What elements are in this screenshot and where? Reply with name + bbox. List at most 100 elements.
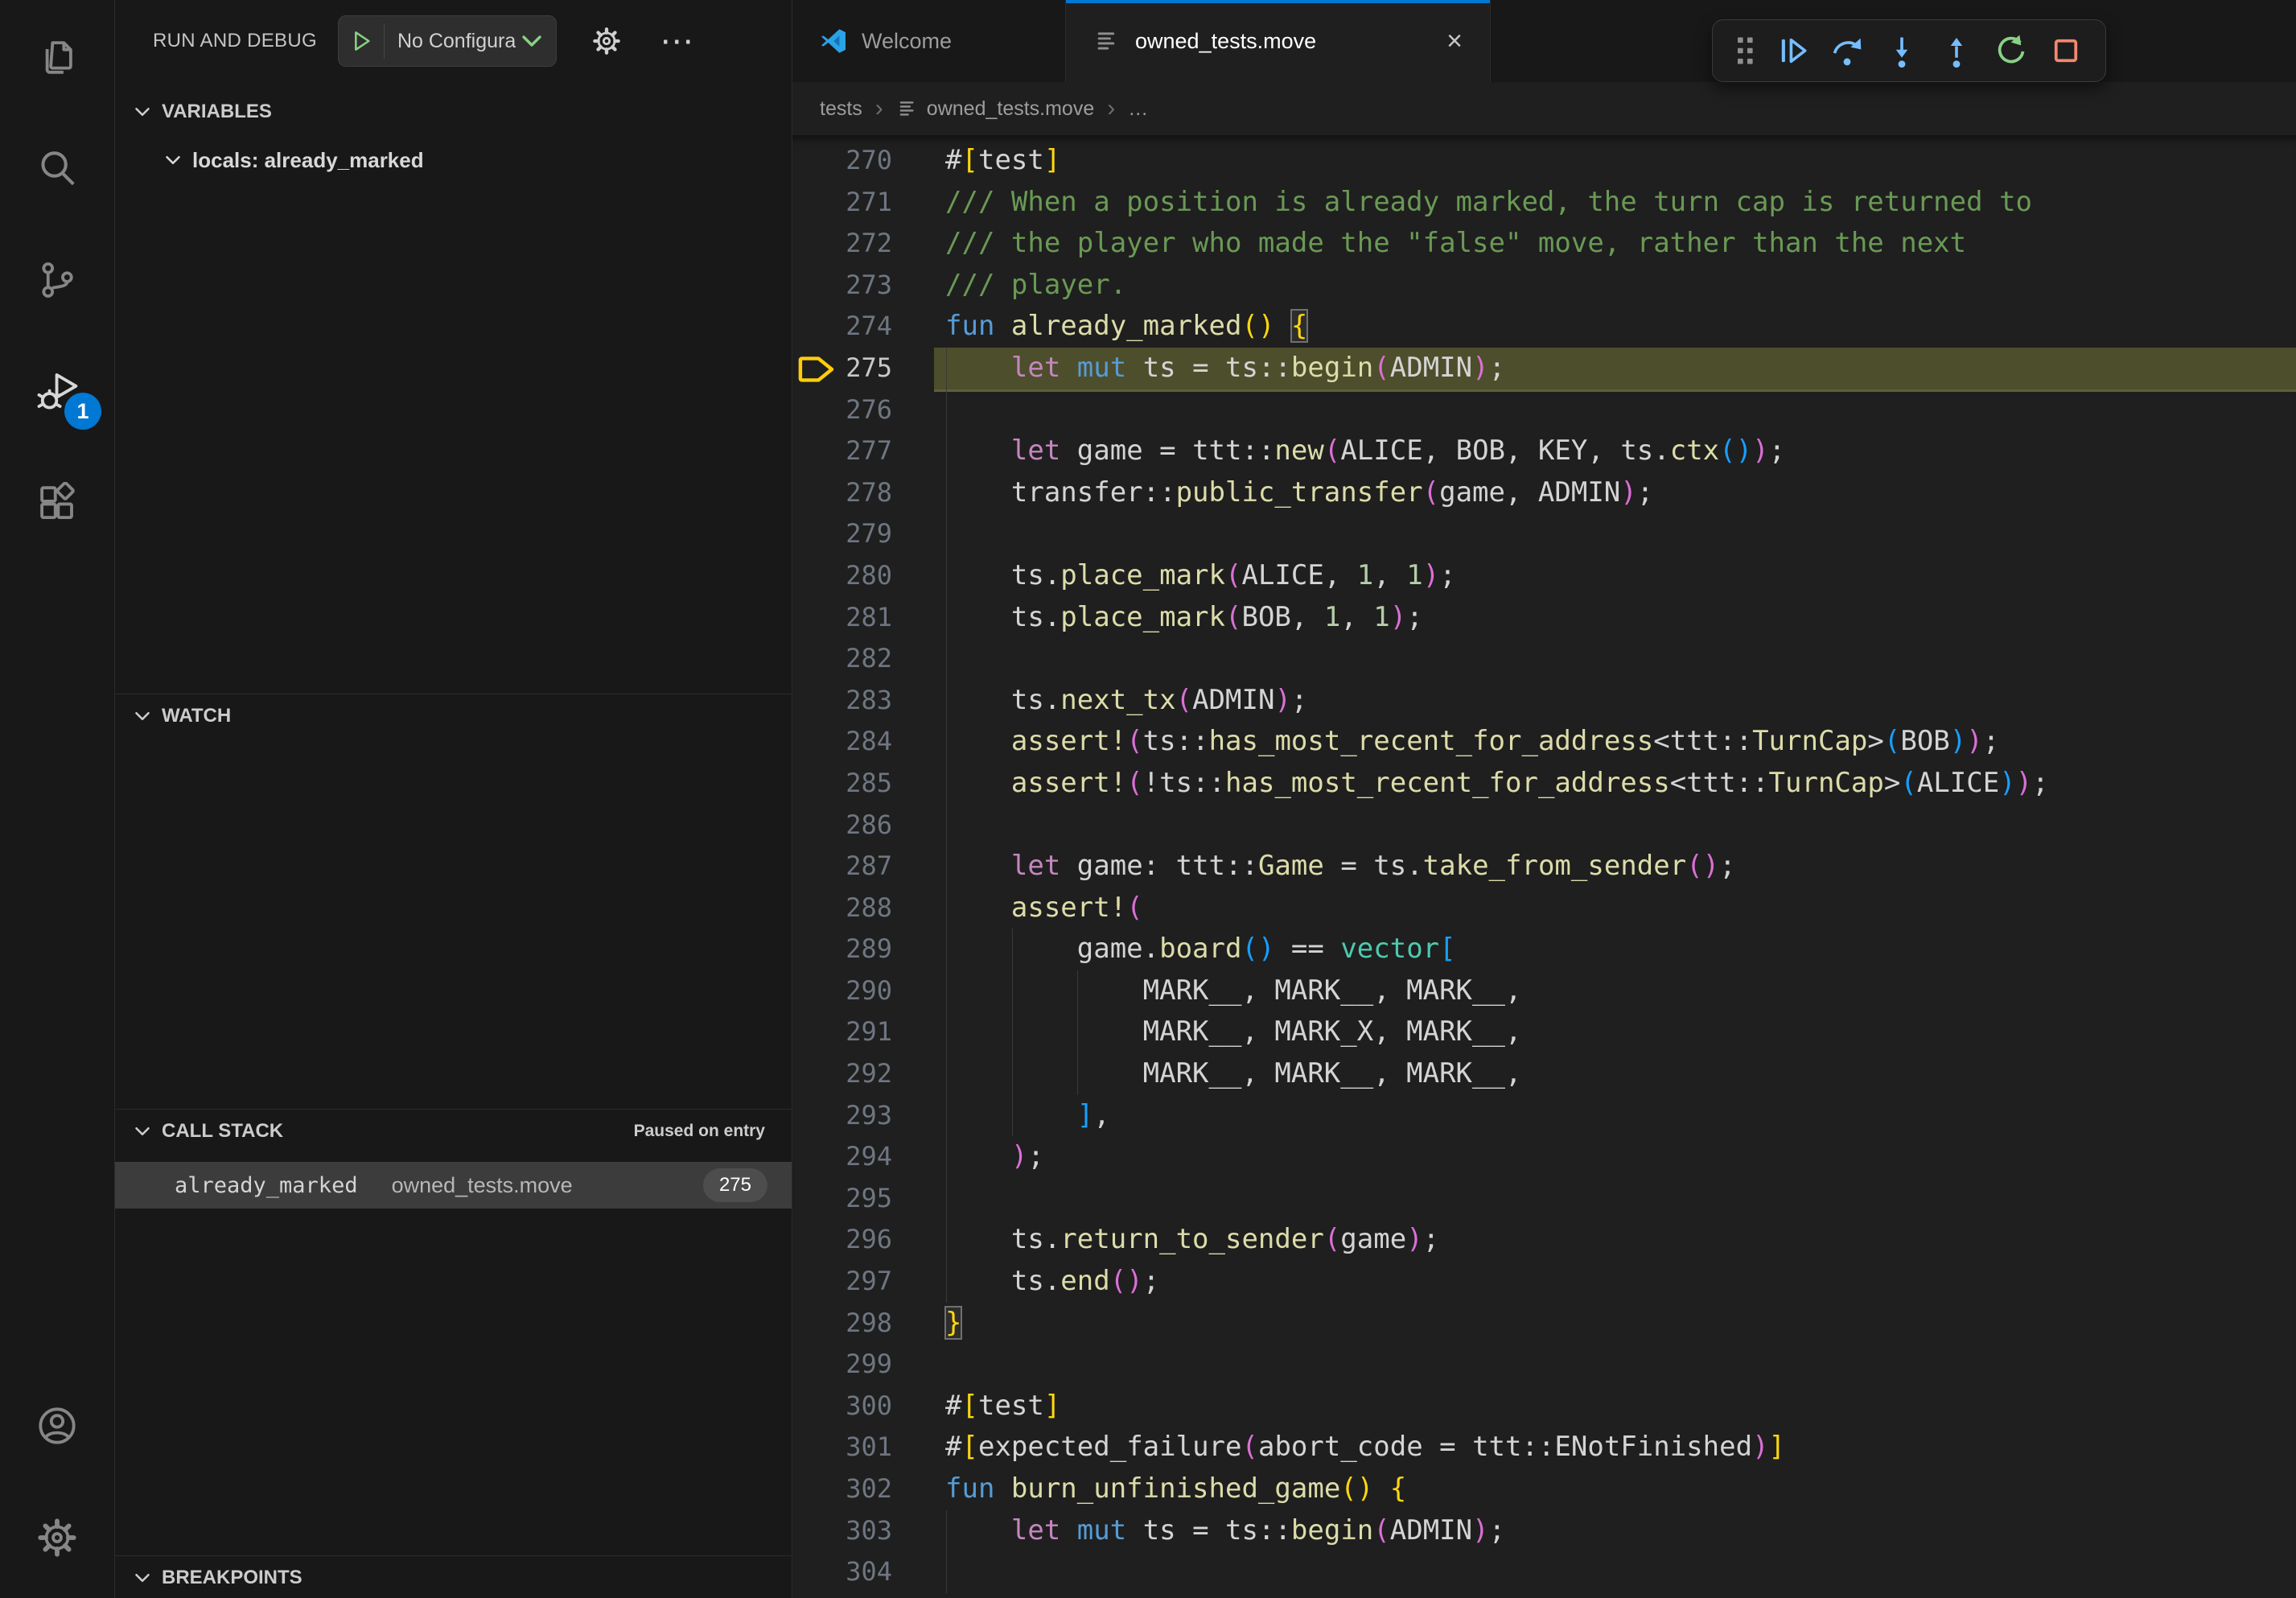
code-line[interactable]: 274fun already_marked() { <box>792 306 2296 348</box>
line-number[interactable]: 284 <box>792 721 892 763</box>
gear-icon[interactable] <box>590 25 623 57</box>
activitybar-run-and-debug[interactable]: 1 <box>0 336 114 447</box>
line-number[interactable]: 293 <box>792 1095 892 1137</box>
line-number[interactable]: 295 <box>792 1178 892 1220</box>
code-line[interactable]: 301#[expected_failure(abort_code = ttt::… <box>792 1427 2296 1468</box>
line-number[interactable]: 291 <box>792 1011 892 1053</box>
code-line[interactable]: 294 ); <box>792 1136 2296 1178</box>
code-line[interactable]: 295 <box>792 1178 2296 1220</box>
code-line[interactable]: 280 ts.place_mark(ALICE, 1, 1); <box>792 555 2296 597</box>
activitybar-source-control[interactable] <box>0 224 114 336</box>
code-line[interactable]: 293 ], <box>792 1095 2296 1137</box>
debug-step-out-button[interactable] <box>1933 27 1980 74</box>
code-line[interactable]: 303 let mut ts = ts::begin(ADMIN); <box>792 1510 2296 1552</box>
line-number[interactable]: 290 <box>792 970 892 1012</box>
line-number[interactable]: 297 <box>792 1261 892 1303</box>
close-icon[interactable]: × <box>1414 26 1463 57</box>
line-number[interactable]: 282 <box>792 638 892 680</box>
line-number[interactable]: 301 <box>792 1427 892 1468</box>
tab-owned-tests-move[interactable]: owned_tests.move× <box>1066 0 1491 82</box>
variables-locals-row[interactable]: locals: already_marked <box>115 138 792 182</box>
code-line[interactable]: 271/// When a position is already marked… <box>792 182 2296 224</box>
code-line[interactable]: 292 MARK__, MARK__, MARK__, <box>792 1053 2296 1095</box>
code-line[interactable]: 270#[test] <box>792 140 2296 182</box>
line-number[interactable]: 292 <box>792 1053 892 1095</box>
breadcrumb-item[interactable]: … <box>1128 97 1148 121</box>
debug-restart-button[interactable] <box>1988 27 2035 74</box>
code-line[interactable]: 288 assert!( <box>792 888 2296 929</box>
activitybar-accounts[interactable] <box>0 1369 114 1481</box>
code-line[interactable]: 304 <box>792 1551 2296 1593</box>
line-number[interactable]: 283 <box>792 680 892 722</box>
line-number[interactable]: 278 <box>792 472 892 514</box>
code-line[interactable]: 281 ts.place_mark(BOB, 1, 1); <box>792 597 2296 639</box>
code-line[interactable]: 284 assert!(ts::has_most_recent_for_addr… <box>792 721 2296 763</box>
line-number[interactable]: 271 <box>792 182 892 224</box>
code-line[interactable]: 282 <box>792 638 2296 680</box>
code-line[interactable]: 273/// player. <box>792 265 2296 307</box>
code-line[interactable]: 296 ts.return_to_sender(game); <box>792 1219 2296 1261</box>
code-line[interactable]: 302fun burn_unfinished_game() { <box>792 1468 2296 1510</box>
line-number[interactable]: 302 <box>792 1468 892 1510</box>
debug-start-icon[interactable] <box>348 28 374 54</box>
line-number[interactable]: 279 <box>792 513 892 555</box>
code-line[interactable]: 278 transfer::public_transfer(game, ADMI… <box>792 472 2296 514</box>
breadcrumb-item[interactable]: tests <box>820 97 862 121</box>
line-number[interactable]: 276 <box>792 389 892 431</box>
debug-config-button[interactable]: No Configura <box>338 15 557 67</box>
line-number[interactable]: 274 <box>792 306 892 348</box>
code-line[interactable]: 291 MARK__, MARK_X, MARK__, <box>792 1011 2296 1053</box>
line-number[interactable]: 280 <box>792 555 892 597</box>
debug-stop-button[interactable] <box>2043 27 2089 74</box>
line-number[interactable]: 285 <box>792 763 892 805</box>
tab-welcome[interactable]: Welcome <box>792 0 1066 82</box>
code-line[interactable]: 285 assert!(!ts::has_most_recent_for_add… <box>792 763 2296 805</box>
line-number[interactable]: 277 <box>792 430 892 472</box>
code-line[interactable]: 272/// the player who made the "false" m… <box>792 223 2296 265</box>
line-number[interactable]: 281 <box>792 597 892 639</box>
debug-step-over-button[interactable] <box>1824 27 1870 74</box>
code-line[interactable]: 286 <box>792 805 2296 846</box>
line-number[interactable]: 286 <box>792 805 892 846</box>
code-line[interactable]: 277 let game = ttt::new(ALICE, BOB, KEY,… <box>792 430 2296 472</box>
code-editor[interactable]: 270#[test]271/// When a position is alre… <box>792 135 2296 1598</box>
line-number[interactable]: 296 <box>792 1219 892 1261</box>
line-number[interactable]: 294 <box>792 1136 892 1178</box>
more-actions-icon[interactable]: ⋯ <box>660 33 697 49</box>
breakpoints-section-header[interactable]: BREAKPOINTS <box>115 1555 792 1598</box>
code-line[interactable]: 299 <box>792 1344 2296 1386</box>
code-line[interactable]: 287 let game: ttt::Game = ts.take_from_s… <box>792 846 2296 888</box>
line-number[interactable]: 272 <box>792 223 892 265</box>
activitybar-settings[interactable] <box>0 1481 114 1593</box>
line-number[interactable]: 273 <box>792 265 892 307</box>
debug-drag-handle[interactable] <box>1729 27 1761 74</box>
call-stack-frame[interactable]: already_markedowned_tests.move275 <box>115 1162 792 1209</box>
line-number[interactable]: 289 <box>792 929 892 970</box>
code-line[interactable]: 276 <box>792 389 2296 431</box>
line-number[interactable]: 304 <box>792 1551 892 1593</box>
line-number[interactable]: 287 <box>792 846 892 888</box>
variables-section-header[interactable]: VARIABLES <box>115 90 792 134</box>
line-number[interactable]: 298 <box>792 1303 892 1345</box>
breadcrumb-item[interactable]: owned_tests.move <box>896 97 1094 121</box>
activitybar-extensions[interactable] <box>0 447 114 559</box>
debug-continue-button[interactable] <box>1769 27 1816 74</box>
line-number[interactable]: 275 <box>792 348 892 389</box>
line-number[interactable]: 303 <box>792 1510 892 1552</box>
activitybar-explorer[interactable] <box>0 0 114 112</box>
code-line[interactable]: 297 ts.end(); <box>792 1261 2296 1303</box>
call-stack-section-header[interactable]: CALL STACK Paused on entry <box>115 1109 792 1152</box>
line-number[interactable]: 270 <box>792 140 892 182</box>
code-line[interactable]: 300#[test] <box>792 1386 2296 1427</box>
watch-section-header[interactable]: WATCH <box>115 694 792 737</box>
debug-step-into-button[interactable] <box>1878 27 1925 74</box>
code-line[interactable]: 283 ts.next_tx(ADMIN); <box>792 680 2296 722</box>
code-line[interactable]: 279 <box>792 513 2296 555</box>
line-number[interactable]: 299 <box>792 1344 892 1386</box>
code-line[interactable]: 275 let mut ts = ts::begin(ADMIN); <box>792 348 2296 389</box>
line-number[interactable]: 288 <box>792 888 892 929</box>
code-line[interactable]: 298} <box>792 1303 2296 1345</box>
code-line[interactable]: 290 MARK__, MARK__, MARK__, <box>792 970 2296 1012</box>
code-line[interactable]: 289 game.board() == vector[ <box>792 929 2296 970</box>
activitybar-search[interactable] <box>0 112 114 224</box>
